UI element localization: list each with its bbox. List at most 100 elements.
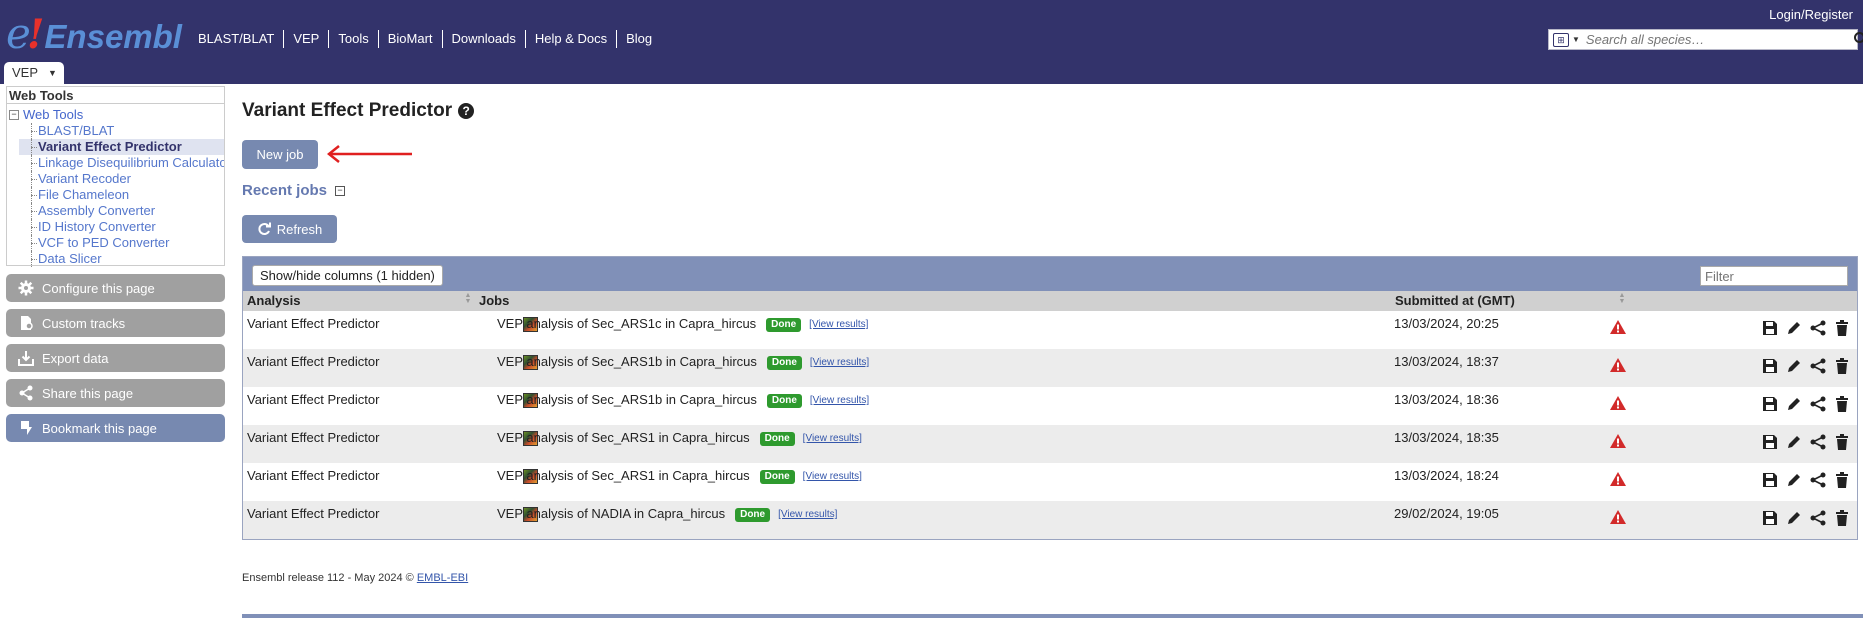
save-icon[interactable] [1761, 357, 1779, 375]
page-title: Variant Effect Predictor ? [242, 100, 475, 122]
collapse-icon[interactable]: − [335, 185, 346, 196]
sidebar-item-file-chameleon[interactable]: File Chameleon [19, 187, 224, 203]
save-icon[interactable] [1761, 471, 1779, 489]
nav-blast[interactable]: BLAST/BLAT [190, 30, 283, 48]
delete-icon[interactable] [1833, 357, 1851, 375]
footer: Ensembl release 112 - May 2024 © EMBL-EB… [242, 572, 468, 584]
analysis-cell: Variant Effect Predictor [247, 468, 380, 483]
edit-icon[interactable] [1785, 471, 1803, 489]
column-header-jobs[interactable]: Jobs [479, 293, 509, 308]
save-icon[interactable] [1761, 319, 1779, 337]
share-icon[interactable] [1809, 471, 1827, 489]
edit-icon[interactable] [1785, 357, 1803, 375]
save-icon[interactable] [1761, 433, 1779, 451]
view-results-link[interactable]: [View results] [810, 395, 869, 406]
sort-icon[interactable]: ▲ ▼ [464, 292, 472, 305]
sort-icon[interactable]: ▲ ▼ [1618, 292, 1626, 305]
warning-icon[interactable] [1609, 471, 1627, 487]
sidebar-item-data-slicer[interactable]: Data Slicer [19, 251, 224, 267]
sidebar-item-assembly-converter[interactable]: Assembly Converter [19, 203, 224, 219]
submitted-cell: 29/02/2024, 19:05 [1394, 506, 1499, 521]
warning-icon[interactable] [1609, 357, 1627, 373]
share-icon[interactable] [1809, 395, 1827, 413]
save-icon[interactable] [1761, 509, 1779, 527]
status-badge: Done [766, 318, 802, 332]
login-register-link[interactable]: Login/Register [1769, 7, 1853, 22]
chevron-down-icon[interactable]: ▼ [1572, 35, 1580, 44]
nav-downloads[interactable]: Downloads [441, 30, 525, 48]
sidebar-item-blast[interactable]: BLAST/BLAT [19, 123, 224, 139]
export-icon [18, 350, 34, 366]
view-results-link[interactable]: [View results] [803, 471, 862, 482]
table-row: Variant Effect Predictor VEP analysis of … [243, 463, 1857, 501]
edit-icon[interactable] [1785, 395, 1803, 413]
column-header-submitted[interactable]: Submitted at (GMT) [1395, 293, 1515, 308]
job-name: VEP analysis of Sec_ARS1c in Capra_hircu… [497, 316, 757, 331]
chevron-down-icon[interactable]: ▼ [48, 62, 57, 84]
row-actions [1761, 433, 1851, 451]
sidebar-item-vcf-to-ped[interactable]: VCF to PED Converter [19, 235, 224, 251]
view-results-link[interactable]: [View results] [810, 357, 869, 368]
logo-bang: ! [26, 11, 45, 58]
analysis-cell: Variant Effect Predictor [247, 392, 380, 407]
edit-icon[interactable] [1785, 433, 1803, 451]
column-header-analysis[interactable]: Analysis [247, 293, 300, 308]
export-data-button[interactable]: Export data [6, 344, 225, 372]
view-results-link[interactable]: [View results] [778, 509, 837, 520]
tree-root[interactable]: − Web Tools [9, 107, 83, 122]
delete-icon[interactable] [1833, 509, 1851, 527]
share-icon[interactable] [1809, 319, 1827, 337]
nav-vep[interactable]: VEP [283, 30, 328, 48]
share-page-button[interactable]: Share this page [6, 379, 225, 407]
nav-biomart[interactable]: BioMart [377, 30, 442, 48]
web-tools-tree: Web Tools − Web Tools BLAST/BLAT Variant… [6, 86, 225, 267]
tree-title: Web Tools [7, 87, 224, 104]
sidebar-item-vep[interactable]: Variant Effect Predictor [19, 139, 224, 155]
search-icon[interactable] [1853, 31, 1863, 47]
collapse-icon[interactable]: − [9, 109, 19, 120]
edit-icon[interactable] [1785, 509, 1803, 527]
nav-tools[interactable]: Tools [328, 30, 377, 48]
export-data-label: Export data [42, 350, 109, 366]
embl-ebi-link[interactable]: EMBL-EBI [417, 572, 468, 584]
warning-icon[interactable] [1609, 509, 1627, 525]
custom-tracks-icon [18, 315, 34, 331]
edit-icon[interactable] [1785, 319, 1803, 337]
warning-icon[interactable] [1609, 395, 1627, 411]
sidebar-item-id-history-converter[interactable]: ID History Converter [19, 219, 224, 235]
sidebar-item-variant-recoder[interactable]: Variant Recoder [19, 171, 224, 187]
delete-icon[interactable] [1833, 433, 1851, 451]
share-icon[interactable] [1809, 357, 1827, 375]
view-results-link[interactable]: [View results] [803, 433, 862, 444]
nav-help-docs[interactable]: Help & Docs [524, 30, 616, 48]
configure-page-label: Configure this page [42, 280, 155, 296]
save-icon[interactable] [1761, 395, 1779, 413]
configure-page-button[interactable]: Configure this page [6, 274, 225, 302]
show-hide-columns-button[interactable]: Show/hide columns (1 hidden) [252, 265, 443, 286]
table-row: Variant Effect Predictor VEP analysis of … [243, 349, 1857, 387]
filter-input[interactable] [1700, 266, 1848, 286]
table-row: Variant Effect Predictor VEP analysis of … [243, 501, 1857, 539]
custom-tracks-button[interactable]: Custom tracks [6, 309, 225, 337]
help-icon[interactable]: ? [458, 103, 475, 119]
analysis-cell: Variant Effect Predictor [247, 430, 380, 445]
tab-vep[interactable]: VEP ▼ [4, 62, 64, 84]
ensembl-logo[interactable]: e ! Ensembl [6, 11, 182, 58]
sidebar-item-ld-calculator[interactable]: Linkage Disequilibrium Calculator [19, 155, 224, 171]
warning-icon[interactable] [1609, 319, 1627, 335]
view-results-link[interactable]: [View results] [809, 319, 868, 330]
tree-root-label[interactable]: Web Tools [23, 107, 83, 122]
delete-icon[interactable] [1833, 471, 1851, 489]
delete-icon[interactable] [1833, 395, 1851, 413]
logo-name: Ensembl [44, 18, 182, 55]
share-icon[interactable] [1809, 509, 1827, 527]
warning-icon[interactable] [1609, 433, 1627, 449]
refresh-button[interactable]: Refresh [242, 215, 337, 243]
nav-blog[interactable]: Blog [616, 30, 661, 48]
delete-icon[interactable] [1833, 319, 1851, 337]
bookmark-page-button[interactable]: Bookmark this page [6, 414, 225, 442]
share-icon[interactable] [1809, 433, 1827, 451]
search-input[interactable] [1585, 32, 1826, 47]
new-job-button[interactable]: New job [242, 140, 318, 169]
species-selector-icon[interactable]: ⊞ [1553, 32, 1569, 47]
